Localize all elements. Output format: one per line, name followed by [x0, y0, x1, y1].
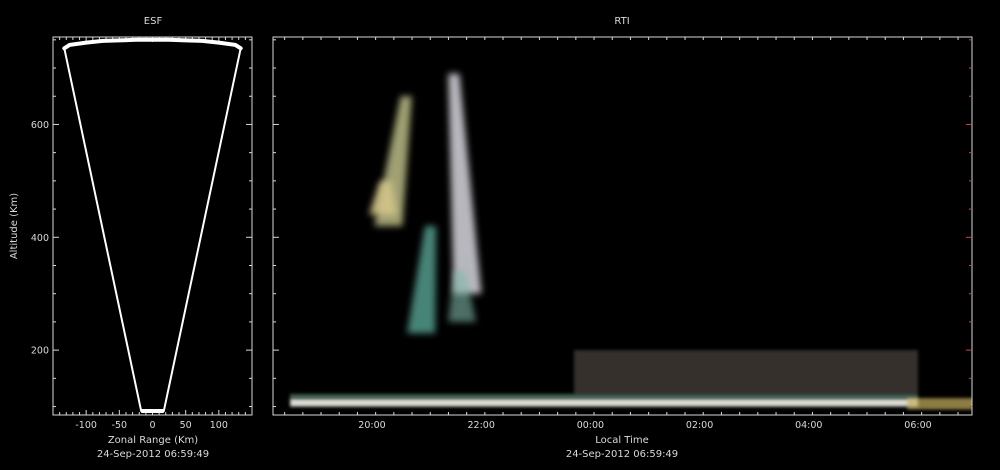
rti-x-tick-label: 02:00: [686, 420, 713, 431]
esf-y-tick-labels: 200 400 600: [31, 120, 49, 357]
rti-plot-area: [290, 73, 972, 410]
rti-x-tick-label: 06:00: [904, 420, 931, 431]
esf-x-tick-label: -50: [112, 420, 128, 431]
esf-x-tick-label: 50: [180, 420, 192, 431]
rti-x-tick-label: 20:00: [358, 420, 385, 431]
esf-title: ESF: [144, 16, 163, 27]
esf-y-axis-label: Altitude (Km): [9, 193, 20, 259]
rti-x-tick-label: 04:00: [795, 420, 822, 431]
esf-x-tick-label: 100: [210, 420, 228, 431]
rti-x-axis-label: Local Time: [595, 435, 649, 446]
esf-x-tick-label: -100: [75, 420, 97, 431]
figure: ESF -100 -50 0 50 100 200 400 600 Zonal Range …: [9, 16, 973, 460]
rti-echo-plume: [407, 226, 437, 334]
esf-beam-outline: [63, 38, 242, 413]
esf-panel: ESF -100 -50 0 50 100 200 400 600 Zonal Range …: [9, 16, 253, 460]
esf-ticks: [52, 37, 253, 415]
esf-y-tick-label: 200: [31, 346, 49, 357]
esf-plot-frame: [52, 36, 253, 416]
rti-x-tick-label: 22:00: [468, 420, 495, 431]
rti-echo-plume: [448, 73, 482, 294]
rti-x-tick-label: 00:00: [577, 420, 604, 431]
esf-timestamp: 24-Sep-2012 06:59:49: [97, 449, 209, 460]
rti-echo-band: [907, 398, 972, 410]
rti-title: RTI: [614, 16, 629, 27]
esf-x-axis-label: Zonal Range (Km): [108, 435, 198, 446]
rti-echo-band: [290, 398, 919, 407]
esf-plot-area: [62, 37, 243, 414]
rti-x-tick-labels: 20:00 22:00 00:00 02:00 04:00 06:00: [358, 420, 931, 431]
rti-echo-band: [574, 350, 918, 395]
esf-y-tick-label: 400: [31, 233, 49, 244]
esf-x-tick-label: 0: [149, 420, 155, 431]
rti-timestamp: 24-Sep-2012 06:59:49: [566, 449, 678, 460]
esf-x-tick-labels: -100 -50 0 50 100: [75, 420, 228, 431]
esf-beam-top-arc: [62, 37, 243, 51]
rti-echo-band: [290, 394, 919, 399]
esf-y-tick-label: 600: [31, 120, 49, 131]
rti-panel: RTI 20:00 22:00 00:00 02:00 04:00 06:00 Local…: [272, 16, 973, 460]
